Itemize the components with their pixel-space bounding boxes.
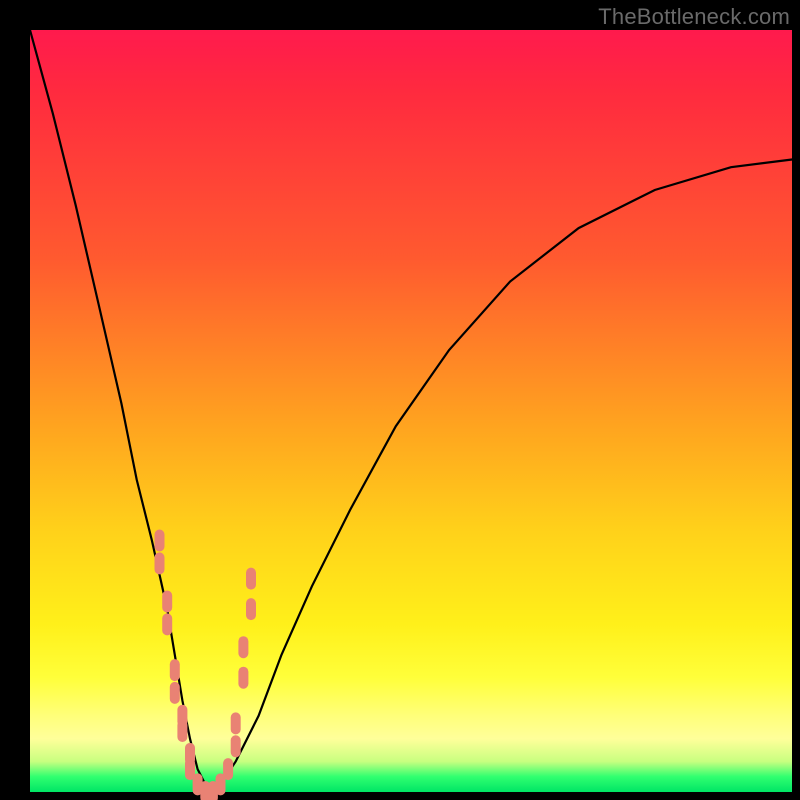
marker-dot: [238, 636, 248, 658]
marker-dot: [162, 613, 172, 635]
marker-dot: [246, 598, 256, 620]
plot-area: [30, 30, 792, 792]
marker-dot: [223, 758, 233, 780]
highlight-markers: [155, 530, 257, 800]
marker-dot: [177, 720, 187, 742]
chart-frame: TheBottleneck.com: [0, 0, 800, 800]
marker-dot: [246, 568, 256, 590]
curve-layer: [30, 30, 792, 792]
marker-dot: [155, 552, 165, 574]
watermark-text: TheBottleneck.com: [598, 4, 790, 30]
marker-dot: [231, 712, 241, 734]
bottleneck-curve: [30, 30, 792, 792]
marker-dot: [170, 682, 180, 704]
marker-dot: [170, 659, 180, 681]
marker-dot: [162, 591, 172, 613]
marker-dot: [155, 530, 165, 552]
marker-dot: [231, 735, 241, 757]
marker-dot: [238, 667, 248, 689]
